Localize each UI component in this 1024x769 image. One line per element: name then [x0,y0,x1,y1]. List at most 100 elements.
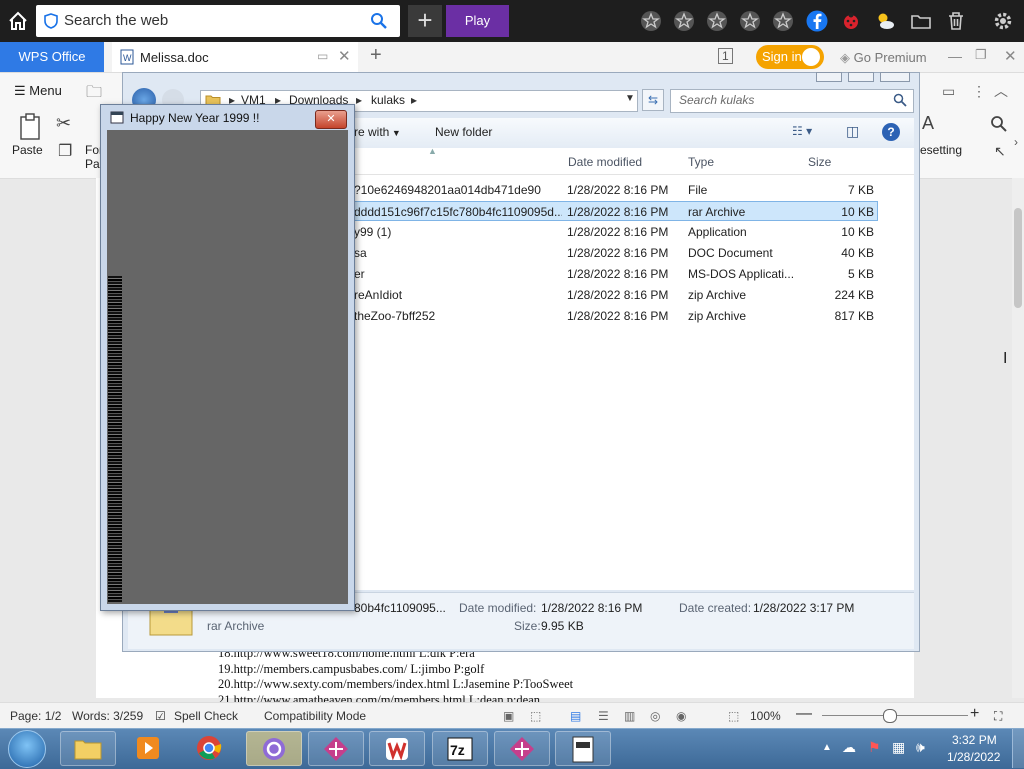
minimize-icon[interactable]: — [948,48,962,64]
search-icon[interactable] [370,12,388,33]
go-premium-link[interactable]: ◈ Go Premium [840,50,927,66]
close-tab-icon[interactable]: ✕ [338,47,351,65]
trash-icon[interactable] [945,10,967,32]
cut-icon[interactable]: ✂ [56,113,71,134]
volume-icon[interactable]: 🕪 [916,739,925,756]
zoom-slider-thumb[interactable] [883,709,897,723]
view-options-icon[interactable]: ☷ ▾ [792,124,812,138]
wps-writer-icon[interactable] [369,731,425,766]
fullscreen-icon[interactable]: ⛶ [994,709,1002,724]
gear-icon[interactable] [992,10,1014,32]
outline-view-icon[interactable]: ☰ [598,709,609,723]
close-window-icon[interactable]: ✕ [1004,47,1017,65]
paste-icon[interactable] [18,113,44,144]
explorer-maximize-icon[interactable] [848,72,874,82]
word-count[interactable]: Words: 3/259 [72,709,143,723]
column-date-modified[interactable]: Date modified [568,155,642,169]
zoom-in-icon[interactable]: + [970,705,979,723]
cloud-icon[interactable]: ☁ [842,739,856,756]
explorer-search-input[interactable]: Search kulaks [670,89,914,113]
folder-icon[interactable] [910,10,932,32]
eye-icon[interactable]: ◉ [676,709,686,723]
7zip-icon[interactable]: 7z [432,731,488,766]
new-folder-button[interactable]: New folder [435,125,492,139]
document-tab[interactable]: W Melissa.doc ▭ ✕ [112,42,358,72]
zoom-level[interactable]: 100% [750,709,781,723]
chrome-icon[interactable] [182,731,238,766]
star-icon[interactable] [739,10,761,32]
menu-button[interactable]: ☰ Menu [14,83,62,99]
wps-office-tab[interactable]: WPS Office [0,42,104,72]
virus-app-icon[interactable] [308,731,364,766]
more-icon[interactable]: ⋮ [972,83,986,100]
help-icon[interactable]: ? [882,123,900,141]
weather-icon[interactable] [874,10,896,32]
window-icon[interactable]: ▭ [317,49,328,63]
fit-icon[interactable]: ⬚ [728,709,739,723]
chevron-down-icon[interactable]: ▼ [625,93,635,104]
star-icon[interactable] [673,10,695,32]
page-view-icon[interactable]: ▤ [570,709,581,723]
font-icon[interactable]: A [922,113,934,134]
file-size: 817 KB [834,309,874,323]
read-view-icon[interactable]: ▥ [624,709,635,723]
media-player-icon[interactable] [121,731,177,766]
virus-app-icon-2[interactable] [494,731,550,766]
document-text[interactable]: 18.http://www.sweet18.com/home.html L:di… [218,646,573,708]
tray-chevron-icon[interactable]: ▲ [822,742,832,753]
clock-date[interactable]: 1/28/2022 [947,750,1000,764]
explorer-close-icon[interactable] [880,72,910,82]
flag-icon[interactable]: ⚑ [868,739,881,756]
scrollbar-thumb[interactable] [1014,208,1022,308]
star-icon[interactable] [706,10,728,32]
facebook-icon[interactable] [806,10,828,32]
ribbon-scroll-right-icon[interactable]: › [1014,135,1018,149]
restore-icon[interactable]: ❐ [975,47,987,63]
zoom-out-icon[interactable]: — [796,705,812,723]
refresh-icon[interactable]: ⇆ [642,89,664,111]
start-button[interactable] [8,730,46,768]
avatar [802,48,820,66]
web-view-icon[interactable]: ◎ [650,709,660,723]
app-taskbar-icon[interactable] [246,731,302,766]
star-icon[interactable] [772,10,794,32]
popup-close-button[interactable]: ✕ [315,110,347,129]
collapse-icon[interactable]: ︿ [994,81,1008,101]
breadcrumb-item[interactable]: kulaks [371,93,405,107]
search-icon[interactable] [893,93,907,110]
clock-time[interactable]: 3:32 PM [952,733,997,747]
add-button[interactable]: + [408,5,442,37]
share-with-button[interactable]: re with ▼ [354,125,401,139]
details-created-value: 1/28/2022 3:17 PM [753,601,855,615]
new-tab-icon[interactable]: + [370,44,382,67]
home-icon[interactable] [6,9,30,33]
network-icon[interactable]: ▦ [892,739,905,756]
go-premium-label: Go Premium [853,50,927,65]
diamond-icon: ◈ [840,50,854,65]
comment-icon[interactable]: ▭ [942,83,955,100]
play-button[interactable]: Play [446,5,509,37]
document-scrollbar[interactable] [1012,178,1024,698]
column-type[interactable]: Type [688,155,714,169]
select-icon[interactable]: ↖ [994,143,1006,160]
layout-icon[interactable]: 1 [718,48,733,64]
find-icon[interactable] [990,115,1008,136]
resetting-label[interactable]: esetting [920,143,962,157]
web-search-input[interactable]: Search the web [36,5,400,37]
view-icon[interactable]: ▣ [503,709,514,723]
preview-pane-icon[interactable]: ◫ [846,123,859,140]
spell-check-button[interactable]: Spell Check [174,709,238,723]
document-taskbar-icon[interactable] [555,731,611,766]
page-count[interactable]: Page: 1/2 [10,709,61,723]
ladybug-icon[interactable] [840,10,862,32]
show-desktop-button[interactable] [1012,729,1024,768]
copy-icon[interactable]: ❐ [58,141,72,161]
sign-in-button[interactable]: Sign in [756,45,824,69]
view-icon[interactable]: ⬚ [530,709,541,723]
explorer-taskbar-icon[interactable] [60,731,116,766]
explorer-minimize-icon[interactable] [816,72,842,82]
paste-label[interactable]: Paste [12,143,43,157]
column-size[interactable]: Size [808,155,831,169]
details-size-label: Size: [514,619,541,633]
star-icon[interactable] [640,10,662,32]
